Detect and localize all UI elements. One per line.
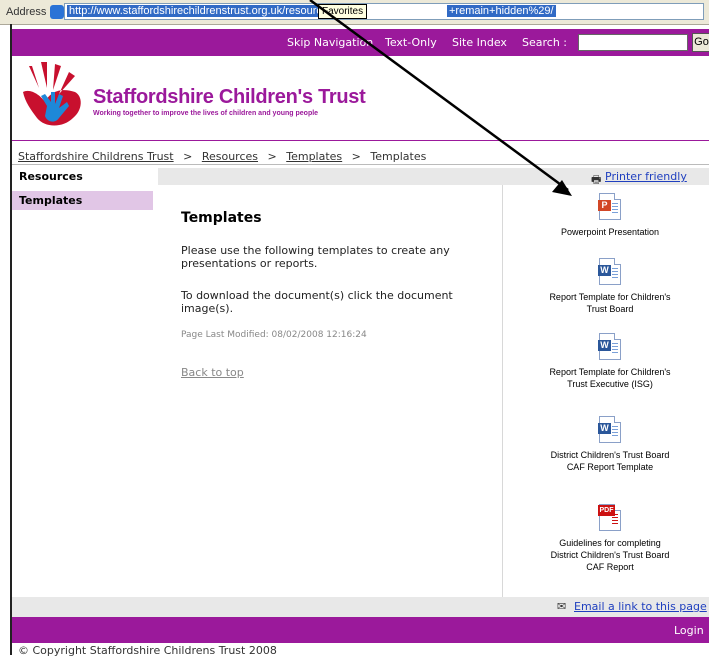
text-only-link[interactable]: Text-Only [385, 36, 437, 49]
word-icon[interactable]: W [598, 416, 621, 443]
copyright-text: © Copyright Staffordshire Childrens Trus… [18, 644, 277, 657]
search-input[interactable] [578, 34, 688, 51]
document-label: Guidelines for completing District Child… [550, 538, 670, 572]
breadcrumb-divider [12, 164, 709, 165]
document-label: Powerpoint Presentation [560, 227, 660, 237]
document-label: Report Template for Children's Trust Boa… [549, 292, 671, 314]
breadcrumb-resources-link[interactable]: Resources [202, 150, 258, 163]
favorites-tooltip: Favorites [318, 4, 368, 19]
site-header: Staffordshire Children's Trust Working t… [12, 56, 709, 141]
breadcrumb: Staffordshire Childrens Trust > Resource… [18, 150, 426, 163]
intro-text: Please use the following templates to cr… [181, 244, 450, 270]
breadcrumb-separator: > [267, 150, 277, 163]
pdf-icon[interactable]: PDF [598, 504, 621, 531]
email-icon[interactable]: ✉ [557, 600, 566, 613]
document-caf-report-template[interactable]: W District Children's Trust Board CAF Re… [540, 416, 680, 473]
address-url-tail: +remain+hidden%29/ [447, 5, 556, 17]
top-navigation-bar: Skip Navigation Text-Only Site Index Sea… [12, 29, 709, 56]
document-label: District Children's Trust Board CAF Repo… [550, 450, 670, 472]
browser-address-bar: Address http://www.staffordshirechildren… [0, 0, 709, 25]
page-icon [50, 5, 64, 19]
sidebar-heading-resources[interactable]: Resources [12, 168, 158, 186]
download-instructions: To download the document(s) click the do… [181, 289, 453, 315]
go-button[interactable]: Go [692, 33, 709, 52]
breadcrumb-current: Templates [370, 150, 427, 163]
document-caf-guidelines[interactable]: PDF Guidelines for completing District C… [540, 504, 680, 573]
address-input[interactable]: http://www.staffordshirechildrenstrust.o… [64, 3, 704, 20]
login-link[interactable]: Login [674, 624, 704, 637]
last-modified-text: Page Last Modified: 08/02/2008 12:16:24 [181, 330, 367, 340]
footer-bar [12, 617, 709, 643]
breadcrumb-templates-link[interactable]: Templates [286, 150, 342, 163]
address-label: Address [6, 6, 47, 18]
breadcrumb-separator: > [183, 150, 193, 163]
hand-logo-icon[interactable] [17, 58, 92, 138]
back-to-top-link[interactable]: Back to top [181, 366, 244, 379]
sidebar-item-templates[interactable]: Templates [12, 191, 153, 210]
site-index-link[interactable]: Site Index [452, 36, 507, 49]
powerpoint-icon[interactable]: P [598, 193, 621, 220]
printer-friendly-link[interactable]: Printer friendly [605, 170, 687, 183]
breadcrumb-separator: > [351, 150, 361, 163]
email-link[interactable]: Email a link to this page [574, 600, 707, 613]
logo-tagline: Working together to improve the lives of… [93, 110, 319, 117]
word-icon[interactable]: W [598, 258, 621, 285]
printer-icon[interactable]: 🖶 [591, 171, 601, 190]
breadcrumb-home-link[interactable]: Staffordshire Childrens Trust [18, 150, 174, 163]
content-column-divider [502, 185, 503, 597]
word-icon[interactable]: W [598, 333, 621, 360]
search-label: Search : [522, 36, 567, 49]
document-label: Report Template for Children's Trust Exe… [549, 367, 671, 389]
page-title: Templates [181, 210, 262, 226]
skip-navigation-link[interactable]: Skip Navigation [287, 36, 373, 49]
document-powerpoint[interactable]: P Powerpoint Presentation [540, 193, 680, 238]
logo-title: Staffordshire Children's Trust [93, 86, 366, 108]
document-report-executive[interactable]: W Report Template for Children's Trust E… [540, 333, 680, 390]
document-report-board[interactable]: W Report Template for Children's Trust B… [540, 258, 680, 315]
